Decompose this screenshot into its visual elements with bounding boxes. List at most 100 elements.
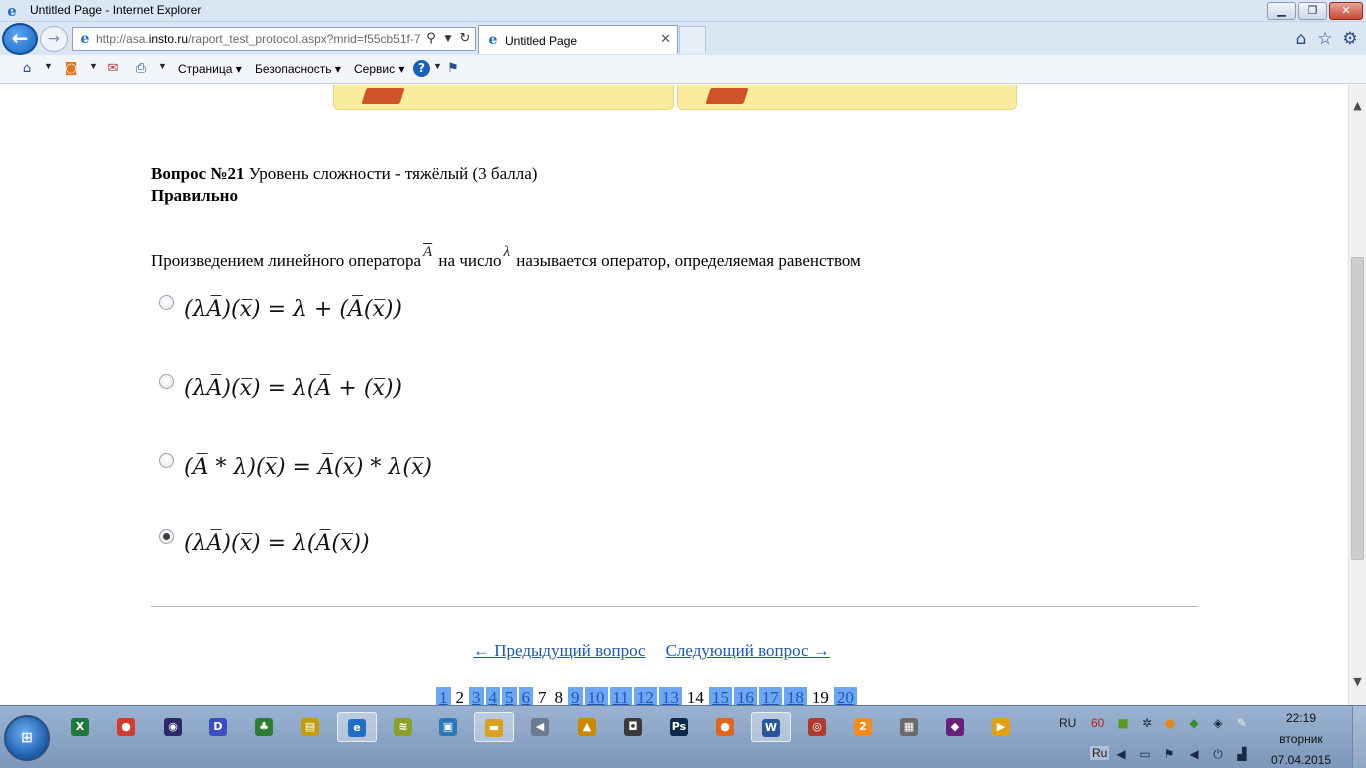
- calc-app-taskbar-icon[interactable]: ▦: [889, 712, 929, 742]
- address-dropdown-icon[interactable]: ▼: [440, 30, 456, 48]
- pager-item[interactable]: 7: [535, 687, 550, 705]
- video-app-taskbar-icon[interactable]: ▶: [981, 712, 1021, 742]
- display-tray-icon[interactable]: ▭: [1137, 746, 1153, 762]
- show-desktop-button[interactable]: [1352, 706, 1366, 768]
- pager-item[interactable]: 11: [609, 687, 632, 705]
- network-app-taskbar-icon[interactable]: ♣: [244, 712, 284, 742]
- game-taskbar-icon[interactable]: ◎: [797, 712, 837, 742]
- system-clock[interactable]: 22:19 вторник 07.04.2015: [1266, 710, 1336, 768]
- minimize-button[interactable]: ▁: [1267, 2, 1296, 20]
- radio-option-4[interactable]: [159, 529, 174, 544]
- pager-item[interactable]: 8: [552, 687, 567, 705]
- tools-gear-icon[interactable]: ⚙: [1340, 29, 1360, 49]
- power-plug-icon[interactable]: ⏻: [1210, 746, 1226, 762]
- language-bar[interactable]: Ru: [1090, 746, 1110, 760]
- start-button[interactable]: ⊞: [4, 715, 50, 761]
- network-signal-icon[interactable]: ▟: [1234, 746, 1250, 762]
- address-url[interactable]: http://asa.insto.ru/raport_test_protocol…: [96, 32, 422, 46]
- rss-dropdown-icon[interactable]: ▼: [89, 61, 98, 71]
- vertical-scrollbar[interactable]: ▲ ▼: [1348, 85, 1366, 705]
- pager-item[interactable]: 15: [708, 687, 732, 705]
- orange-app-taskbar-icon[interactable]: 2: [843, 712, 883, 742]
- explorer-taskbar-icon[interactable]: ▬: [474, 712, 514, 742]
- refresh-icon[interactable]: ↻: [457, 30, 473, 48]
- pager-item[interactable]: 4: [485, 687, 500, 705]
- pager-item[interactable]: 13: [658, 687, 682, 705]
- home-dropdown-icon[interactable]: ▼: [44, 61, 53, 71]
- menu-service[interactable]: Сервис ▾: [354, 62, 404, 76]
- volume-icon[interactable]: ◀: [1186, 746, 1202, 762]
- tray-counter[interactable]: 60: [1091, 716, 1104, 730]
- back-button[interactable]: ←: [2, 23, 38, 55]
- pager-item[interactable]: 9: [568, 687, 583, 705]
- usb-tray-icon[interactable]: ◈: [1210, 715, 1226, 731]
- radio-option-1[interactable]: [159, 295, 174, 310]
- tab-untitled-page[interactable]: e Untitled Page ✕: [478, 25, 678, 54]
- wifi-app-taskbar-icon[interactable]: ≋: [383, 712, 423, 742]
- warning-app-taskbar-icon[interactable]: ▲: [567, 712, 607, 742]
- scroll-up-icon[interactable]: ▲: [1349, 97, 1366, 115]
- print-icon[interactable]: ⎙: [132, 60, 150, 78]
- banner-right[interactable]: [677, 85, 1017, 110]
- pager-item[interactable]: 12: [633, 687, 657, 705]
- pager-item[interactable]: 18: [783, 687, 807, 705]
- rss-feed-icon[interactable]: ◙: [62, 60, 80, 78]
- address-bar[interactable]: e http://asa.insto.ru/raport_test_protoc…: [72, 27, 476, 51]
- pager-item[interactable]: 1: [436, 687, 451, 705]
- scroll-thumb[interactable]: [1351, 257, 1364, 560]
- pager-item[interactable]: 3: [469, 687, 484, 705]
- internet-explorer-taskbar-icon[interactable]: e: [337, 712, 377, 742]
- pager-item[interactable]: 10: [584, 687, 608, 705]
- layers-tray-icon[interactable]: ◆: [1186, 715, 1202, 731]
- pager-item[interactable]: 14: [684, 687, 707, 705]
- pager-item[interactable]: 20: [833, 687, 857, 705]
- speaker-small-icon[interactable]: ◀: [1113, 746, 1129, 762]
- excel-taskbar-icon[interactable]: X: [60, 712, 100, 742]
- pager-item[interactable]: 19: [809, 687, 832, 705]
- search-icon[interactable]: ⚲: [423, 30, 439, 48]
- mail-icon[interactable]: ✉: [104, 60, 122, 78]
- maximize-button[interactable]: ❐: [1298, 2, 1327, 20]
- photoshop-taskbar-icon[interactable]: Ps: [659, 712, 699, 742]
- help-icon[interactable]: ?: [413, 60, 430, 77]
- forward-button[interactable]: →: [40, 26, 68, 52]
- home-cmd-icon[interactable]: ⌂: [18, 60, 36, 78]
- close-tab-icon[interactable]: ✕: [660, 32, 671, 48]
- banner-left[interactable]: [333, 85, 674, 110]
- new-tab-button[interactable]: [679, 26, 706, 53]
- print-dropdown-icon[interactable]: ▼: [158, 61, 167, 71]
- chrome-taskbar-icon[interactable]: ●: [106, 712, 146, 742]
- home-icon[interactable]: ⌂: [1291, 29, 1311, 49]
- previous-question-link[interactable]: ← Предыдущий вопрос: [473, 641, 646, 660]
- pager-item[interactable]: 2: [453, 687, 468, 705]
- camera-taskbar-icon[interactable]: ◘: [613, 712, 653, 742]
- menu-security[interactable]: Безопасность ▾: [255, 62, 341, 76]
- pager-item[interactable]: 16: [733, 687, 757, 705]
- language-indicator[interactable]: RU: [1059, 716, 1076, 730]
- monitor-app-taskbar-icon[interactable]: ▣: [428, 712, 468, 742]
- help-dropdown-icon[interactable]: ▼: [433, 61, 442, 71]
- next-question-link[interactable]: Следующий вопрос →: [666, 641, 830, 660]
- radio-option-3[interactable]: [159, 453, 174, 468]
- notes-taskbar-icon[interactable]: ▤: [290, 712, 330, 742]
- pager-item[interactable]: 5: [502, 687, 517, 705]
- daemon-tools-taskbar-icon[interactable]: D: [198, 712, 238, 742]
- menu-page[interactable]: Страница ▾: [178, 62, 242, 76]
- app-tray-icon[interactable]: ●: [1162, 715, 1178, 731]
- favorites-star-icon[interactable]: ☆: [1315, 29, 1335, 49]
- visual-studio-taskbar-icon[interactable]: ◆: [935, 712, 975, 742]
- settings-tray-icon[interactable]: ✲: [1139, 715, 1155, 731]
- nvidia-tray-icon[interactable]: ■: [1115, 715, 1131, 731]
- research-icon[interactable]: ⚑: [444, 60, 462, 78]
- pen-tray-icon[interactable]: ✎: [1234, 715, 1250, 731]
- firefox-taskbar-icon[interactable]: ●: [705, 712, 745, 742]
- pager-item[interactable]: 17: [758, 687, 782, 705]
- scroll-down-icon[interactable]: ▼: [1349, 673, 1366, 691]
- word-taskbar-icon[interactable]: W: [751, 712, 791, 742]
- radio-option-2[interactable]: [159, 374, 174, 389]
- media-player-taskbar-icon[interactable]: ◉: [153, 712, 193, 742]
- pager-item[interactable]: 6: [518, 687, 533, 705]
- action-center-flag-icon[interactable]: ⚑: [1161, 746, 1177, 762]
- close-window-button[interactable]: ✕: [1329, 2, 1363, 20]
- audio-app-taskbar-icon[interactable]: ◀: [520, 712, 560, 742]
